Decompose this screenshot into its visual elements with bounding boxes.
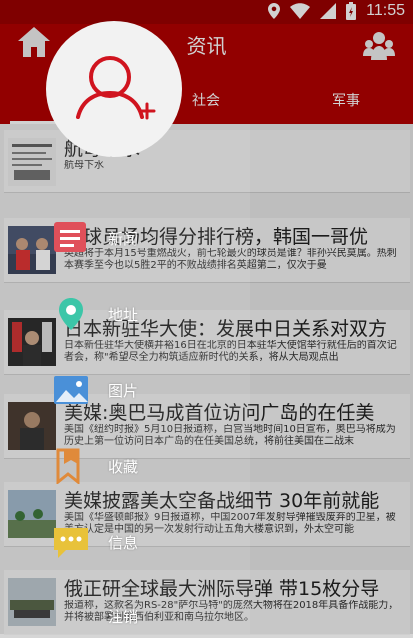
drawer-item-label: 注销 bbox=[108, 608, 139, 626]
drawer-item-images[interactable]: 图片 bbox=[52, 372, 232, 412]
drawer-item-messages[interactable]: 信息 bbox=[52, 524, 232, 564]
drawer-item-label: 信息 bbox=[108, 534, 139, 552]
drawer-item-label: 图片 bbox=[108, 382, 139, 400]
drawer-item-news[interactable]: 新闻 bbox=[52, 220, 232, 260]
bookmark-icon bbox=[56, 448, 80, 484]
image-icon bbox=[54, 376, 88, 404]
drawer-item-label: 收藏 bbox=[108, 458, 139, 476]
add-user-icon bbox=[76, 56, 156, 120]
drawer-item-address[interactable]: 地址 bbox=[52, 296, 232, 336]
news-icon bbox=[54, 222, 86, 252]
drawer-item-label: 新闻 bbox=[108, 230, 139, 248]
drawer-item-favorites[interactable]: 收藏 bbox=[52, 448, 232, 488]
avatar[interactable] bbox=[46, 21, 182, 157]
location-pin-icon bbox=[59, 298, 83, 330]
drawer-item-logout[interactable]: 注销 bbox=[52, 598, 232, 638]
message-icon bbox=[54, 528, 88, 558]
drawer-item-label: 地址 bbox=[108, 306, 139, 324]
